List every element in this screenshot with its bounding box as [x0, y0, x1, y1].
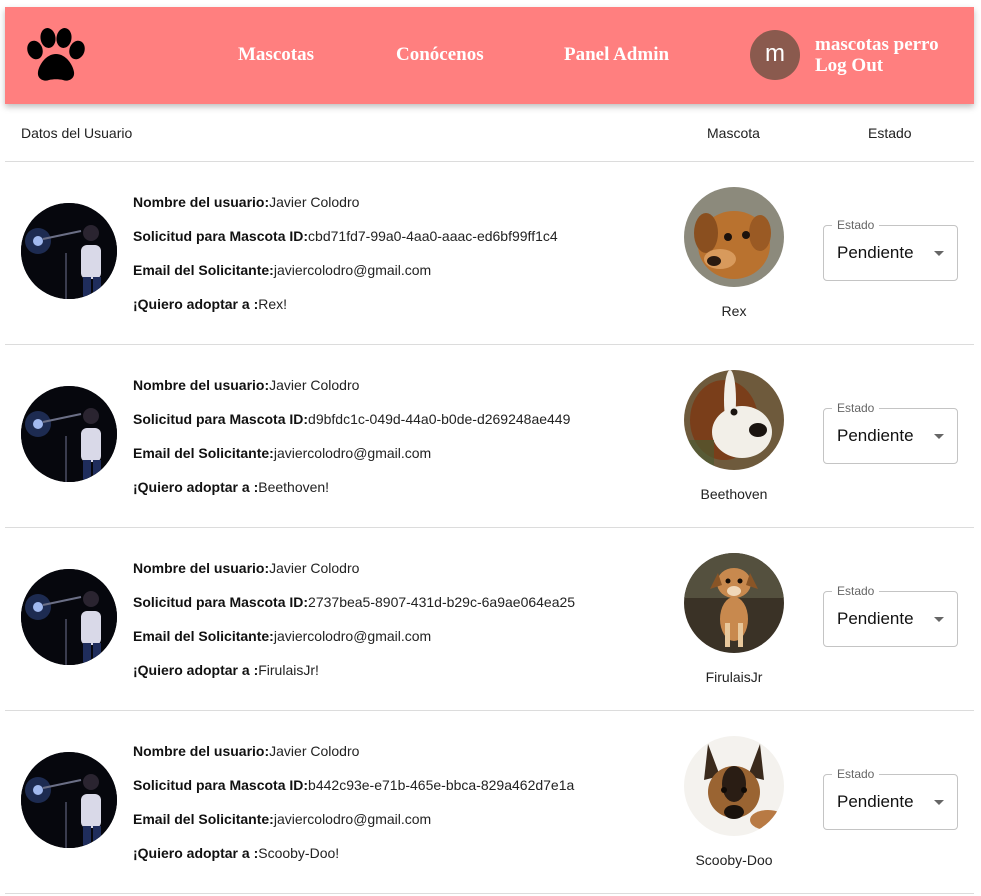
- pet-name: Scooby-Doo: [695, 852, 773, 868]
- value-adopt: FirulaisJr!: [258, 662, 319, 678]
- status-select-label: Estado: [832, 401, 880, 415]
- table-row: Nombre del usuario:Javier Colodro Solici…: [5, 162, 974, 345]
- label-email: Email del Solicitante:: [133, 262, 274, 278]
- table-header: Datos del Usuario Mascota Estado: [5, 116, 974, 162]
- table-row: Nombre del usuario:Javier Colodro Solici…: [5, 711, 974, 894]
- status-select-value: Pendiente: [837, 243, 914, 262]
- status-select[interactable]: Estado Pendiente: [823, 767, 958, 830]
- value-request-id: 2737bea5-8907-431d-b29c-6a9ae064ea25: [308, 594, 576, 610]
- pet-photo: [684, 370, 784, 470]
- info-email: Email del Solicitante:javiercolodro@gmai…: [133, 445, 431, 461]
- info-user-name: Nombre del usuario:Javier Colodro: [133, 743, 359, 759]
- value-email: javiercolodro@gmail.com: [273, 628, 432, 644]
- pet-name: FirulaisJr: [705, 669, 763, 685]
- pet-name: Rex: [721, 303, 747, 319]
- paw-icon[interactable]: [25, 27, 87, 83]
- nav-link-conocenos[interactable]: Conócenos: [396, 44, 484, 66]
- user-name: mascotas perro: [815, 34, 939, 55]
- info-request-id: Solicitud para Mascota ID:cbd71fd7-99a0-…: [133, 228, 558, 244]
- value-request-id: b442c93e-e71b-465e-bbca-829a462d7e1a: [308, 777, 575, 793]
- info-request-id: Solicitud para Mascota ID:b442c93e-e71b-…: [133, 777, 574, 793]
- label-user-name: Nombre del usuario:: [133, 560, 270, 576]
- label-adopt: ¡Quiero adoptar a :: [133, 662, 259, 678]
- pet-name: Beethoven: [700, 486, 768, 502]
- status-select-label: Estado: [832, 218, 880, 232]
- label-adopt: ¡Quiero adoptar a :: [133, 845, 259, 861]
- info-adopt: ¡Quiero adoptar a :Rex!: [133, 296, 287, 312]
- info-request-id: Solicitud para Mascota ID:d9bfdc1c-049d-…: [133, 411, 570, 427]
- user-avatar-photo: [21, 203, 117, 299]
- label-user-name: Nombre del usuario:: [133, 194, 270, 210]
- pet-photo: [684, 553, 784, 653]
- status-select[interactable]: Estado Pendiente: [823, 218, 958, 281]
- label-adopt: ¡Quiero adoptar a :: [133, 296, 259, 312]
- info-email: Email del Solicitante:javiercolodro@gmai…: [133, 262, 431, 278]
- value-user-name: Javier Colodro: [269, 194, 360, 210]
- info-adopt: ¡Quiero adoptar a :Scooby-Doo!: [133, 845, 339, 861]
- value-email: javiercolodro@gmail.com: [273, 262, 432, 278]
- nav-link-mascotas[interactable]: Mascotas: [238, 44, 314, 66]
- label-request-id: Solicitud para Mascota ID:: [133, 411, 309, 427]
- info-email: Email del Solicitante:javiercolodro@gmai…: [133, 628, 431, 644]
- value-adopt: Scooby-Doo!: [258, 845, 340, 861]
- status-select[interactable]: Estado Pendiente: [823, 584, 958, 647]
- status-select-label: Estado: [832, 584, 880, 598]
- status-select-label: Estado: [832, 767, 880, 781]
- user-avatar[interactable]: m: [750, 30, 800, 80]
- info-adopt: ¡Quiero adoptar a :FirulaisJr!: [133, 662, 319, 678]
- header-user-data: Datos del Usuario: [21, 125, 133, 141]
- value-adopt: Rex!: [258, 296, 288, 312]
- header-status: Estado: [868, 125, 912, 141]
- dropdown-arrow-icon[interactable]: [934, 617, 944, 622]
- value-user-name: Javier Colodro: [269, 560, 360, 576]
- status-select-value: Pendiente: [837, 792, 914, 811]
- pet-photo: [684, 736, 784, 836]
- value-request-id: cbd71fd7-99a0-4aa0-aaac-ed6bf99ff1c4: [308, 228, 558, 244]
- info-user-name: Nombre del usuario:Javier Colodro: [133, 560, 359, 576]
- label-email: Email del Solicitante:: [133, 811, 274, 827]
- label-request-id: Solicitud para Mascota ID:: [133, 777, 309, 793]
- table-row: Nombre del usuario:Javier Colodro Solici…: [5, 528, 974, 711]
- label-adopt: ¡Quiero adoptar a :: [133, 479, 259, 495]
- value-user-name: Javier Colodro: [269, 743, 360, 759]
- user-avatar-photo: [21, 386, 117, 482]
- info-adopt: ¡Quiero adoptar a :Beethoven!: [133, 479, 329, 495]
- info-user-name: Nombre del usuario:Javier Colodro: [133, 194, 359, 210]
- label-request-id: Solicitud para Mascota ID:: [133, 594, 309, 610]
- label-email: Email del Solicitante:: [133, 628, 274, 644]
- logout-link[interactable]: Log Out: [815, 55, 883, 77]
- dropdown-arrow-icon[interactable]: [934, 251, 944, 256]
- value-email: javiercolodro@gmail.com: [273, 811, 432, 827]
- value-user-name: Javier Colodro: [269, 377, 360, 393]
- label-user-name: Nombre del usuario:: [133, 743, 270, 759]
- header-pet: Mascota: [707, 125, 760, 141]
- user-avatar-photo: [21, 752, 117, 848]
- dropdown-arrow-icon[interactable]: [934, 434, 944, 439]
- status-select-value: Pendiente: [837, 609, 914, 628]
- info-user-name: Nombre del usuario:Javier Colodro: [133, 377, 359, 393]
- value-adopt: Beethoven!: [258, 479, 330, 495]
- label-email: Email del Solicitante:: [133, 445, 274, 461]
- table-row: Nombre del usuario:Javier Colodro Solici…: [5, 345, 974, 528]
- pet-photo: [684, 187, 784, 287]
- info-request-id: Solicitud para Mascota ID:2737bea5-8907-…: [133, 594, 575, 610]
- value-email: javiercolodro@gmail.com: [273, 445, 432, 461]
- user-avatar-photo: [21, 569, 117, 665]
- nav-link-panel-admin[interactable]: Panel Admin: [564, 44, 669, 66]
- dropdown-arrow-icon[interactable]: [934, 800, 944, 805]
- status-select[interactable]: Estado Pendiente: [823, 401, 958, 464]
- value-request-id: d9bfdc1c-049d-44a0-b0de-d269248ae449: [308, 411, 571, 427]
- info-email: Email del Solicitante:javiercolodro@gmai…: [133, 811, 431, 827]
- status-select-value: Pendiente: [837, 426, 914, 445]
- top-navbar: Mascotas Conócenos Panel Admin m mascota…: [5, 7, 974, 104]
- label-request-id: Solicitud para Mascota ID:: [133, 228, 309, 244]
- label-user-name: Nombre del usuario:: [133, 377, 270, 393]
